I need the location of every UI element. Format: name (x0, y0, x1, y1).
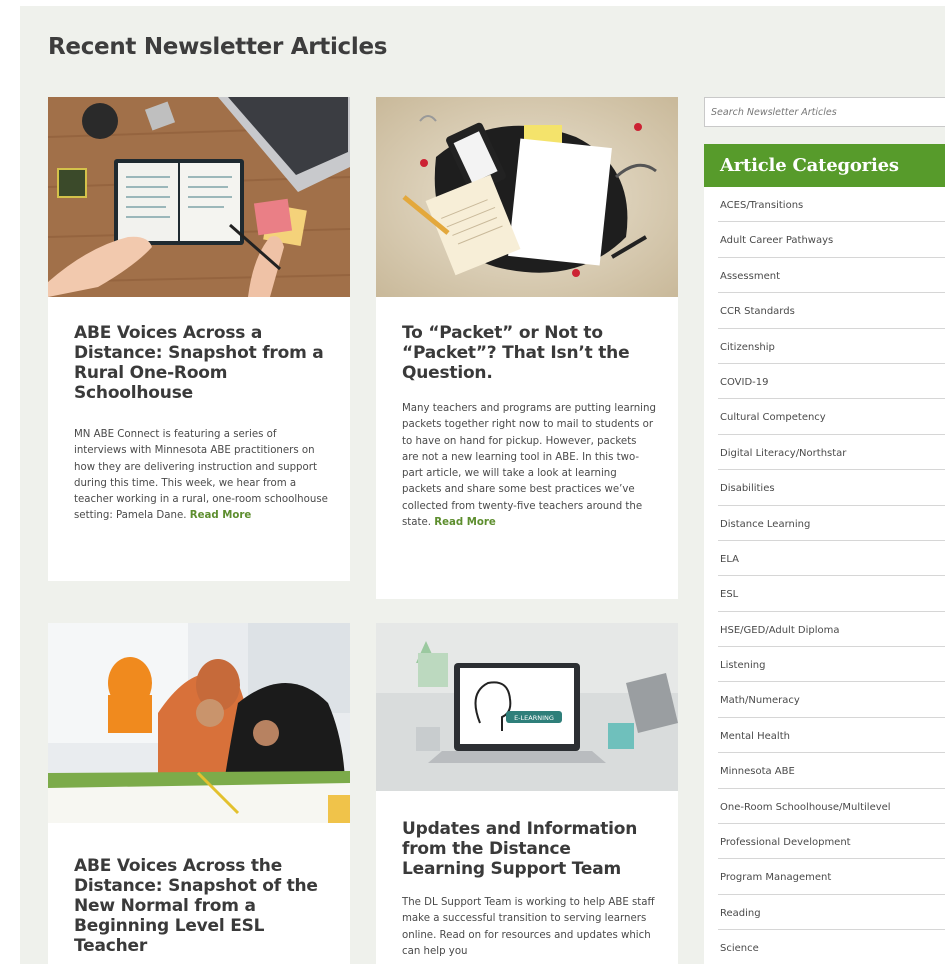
category-link[interactable]: Citizenship (718, 329, 945, 364)
article-image-elearning-laptop[interactable]: E-LEARNING (376, 623, 678, 791)
article-title[interactable]: ABE Voices Across a Distance: Snapshot f… (74, 323, 328, 403)
article-title[interactable]: Updates and Information from the Distanc… (402, 819, 656, 879)
category-link[interactable]: COVID-19 (718, 364, 945, 400)
article-title[interactable]: ABE Voices Across the Distance: Snapshot… (74, 856, 328, 956)
category-link[interactable]: HSE/GED/Adult Diploma (718, 612, 945, 648)
categories-title: Article Categories (704, 144, 945, 187)
article-card[interactable]: To “Packet” or Not to “Packet”? That Isn… (376, 97, 678, 599)
category-link[interactable]: One-Room Schoolhouse/Multilevel (718, 789, 945, 825)
article-title[interactable]: To “Packet” or Not to “Packet”? That Isn… (402, 323, 656, 383)
category-link[interactable]: Distance Learning (718, 506, 945, 541)
category-link[interactable]: Math/Numeracy (718, 682, 945, 718)
sidebar: Article Categories ACES/Transitions Adul… (704, 97, 945, 964)
article-image-esl-classroom[interactable] (48, 623, 350, 823)
search-newsletter-input[interactable] (704, 97, 945, 127)
elearning-label: E-LEARNING (514, 714, 554, 722)
category-link[interactable]: ACES/Transitions (718, 187, 945, 223)
article-excerpt: Many teachers and programs are putting l… (402, 403, 656, 529)
category-link[interactable]: Mental Health (718, 718, 945, 754)
article-card[interactable]: E-LEARNING Updates and Information from … (376, 623, 678, 964)
article-card[interactable]: ABE Voices Across a Distance: Snapshot f… (48, 97, 350, 581)
article-image-packet-supplies[interactable] (376, 97, 678, 297)
article-categories-panel: Article Categories ACES/Transitions Adul… (704, 144, 945, 964)
category-link[interactable]: Professional Development (718, 824, 945, 860)
category-link[interactable]: Science (718, 930, 945, 964)
category-link[interactable]: ELA (718, 541, 945, 577)
read-more-link[interactable]: Read More (434, 517, 496, 528)
category-list: ACES/Transitions Adult Career Pathways A… (704, 187, 945, 964)
article-excerpt: MN ABE Connect is featuring a series of … (74, 429, 328, 522)
category-link[interactable]: Disabilities (718, 470, 945, 506)
category-link[interactable]: Adult Career Pathways (718, 222, 945, 258)
category-link[interactable]: Digital Literacy/Northstar (718, 435, 945, 471)
category-link[interactable]: Reading (718, 895, 945, 931)
category-link[interactable]: Listening (718, 647, 945, 683)
article-excerpt: The DL Support Team is working to help A… (402, 897, 655, 957)
category-link[interactable]: ESL (718, 576, 945, 612)
read-more-link[interactable]: Read More (190, 510, 252, 521)
page-title: Recent Newsletter Articles (48, 34, 388, 60)
article-image-notebook-desk[interactable] (48, 97, 350, 297)
category-link[interactable]: CCR Standards (718, 293, 945, 329)
newsletter-page: Recent Newsletter Articles ABE Voices Ac… (20, 6, 945, 964)
article-card[interactable]: ABE Voices Across the Distance: Snapshot… (48, 623, 350, 964)
category-link[interactable]: Minnesota ABE (718, 753, 945, 789)
category-link[interactable]: Program Management (718, 859, 945, 895)
category-link[interactable]: Assessment (718, 258, 945, 294)
category-link[interactable]: Cultural Competency (718, 399, 945, 435)
